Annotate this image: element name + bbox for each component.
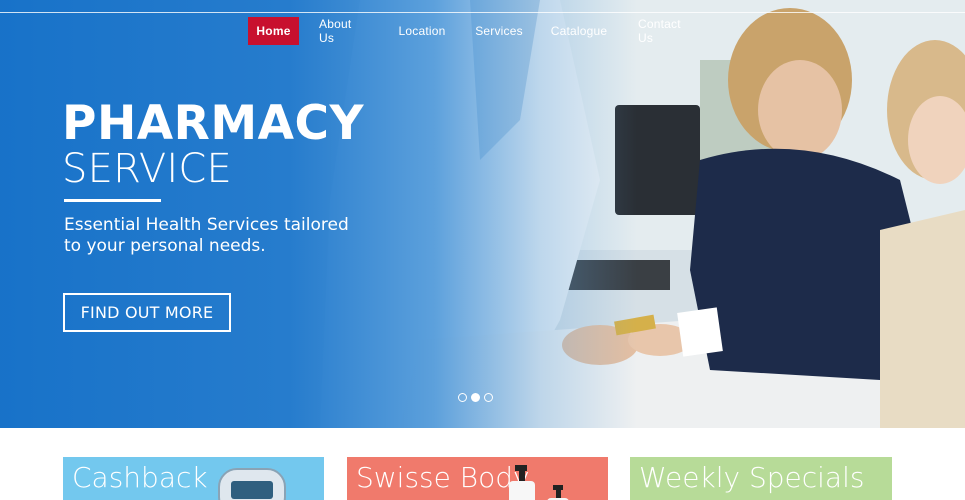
nav-services[interactable]: Services [475,17,522,45]
hero-title: PHARMACY [62,96,365,151]
top-divider [0,12,965,13]
hero-title-underline [64,199,161,202]
slider-dots [458,393,493,402]
hero-subtitle: SERVICE [62,146,233,192]
slide-dot-2[interactable] [471,393,480,402]
slide-dot-3[interactable] [484,393,493,402]
promo-title-cashback: Cashback [72,461,208,494]
nav-catalogue[interactable]: Catalogue [551,17,607,45]
find-out-more-button[interactable]: FIND OUT MORE [63,293,231,332]
slide-dot-1[interactable] [458,393,467,402]
promo-card-weekly-specials[interactable]: Weekly Specials [630,457,892,500]
scanner-icon [218,468,286,500]
promo-card-swisse-body[interactable]: Swisse Body [347,457,608,500]
nav-home[interactable]: Home [248,17,299,45]
main-nav: Home About Us Location Services Catalogu… [248,17,695,45]
nav-about-us[interactable]: About Us [319,17,369,45]
promo-card-cashback[interactable]: Cashback [63,457,324,500]
promo-cards: Cashback Swisse Body Weekly Specials [0,457,965,500]
hero-blue-overlay [0,0,965,428]
nav-location[interactable]: Location [399,17,446,45]
hero-tagline: Essential Health Services tailored to yo… [64,215,349,256]
pump-bottle-icon [509,465,569,500]
nav-contact-us[interactable]: Contact Us [638,17,695,45]
hero-banner: Home About Us Location Services Catalogu… [0,0,965,428]
promo-title-weekly-specials: Weekly Specials [639,461,865,494]
